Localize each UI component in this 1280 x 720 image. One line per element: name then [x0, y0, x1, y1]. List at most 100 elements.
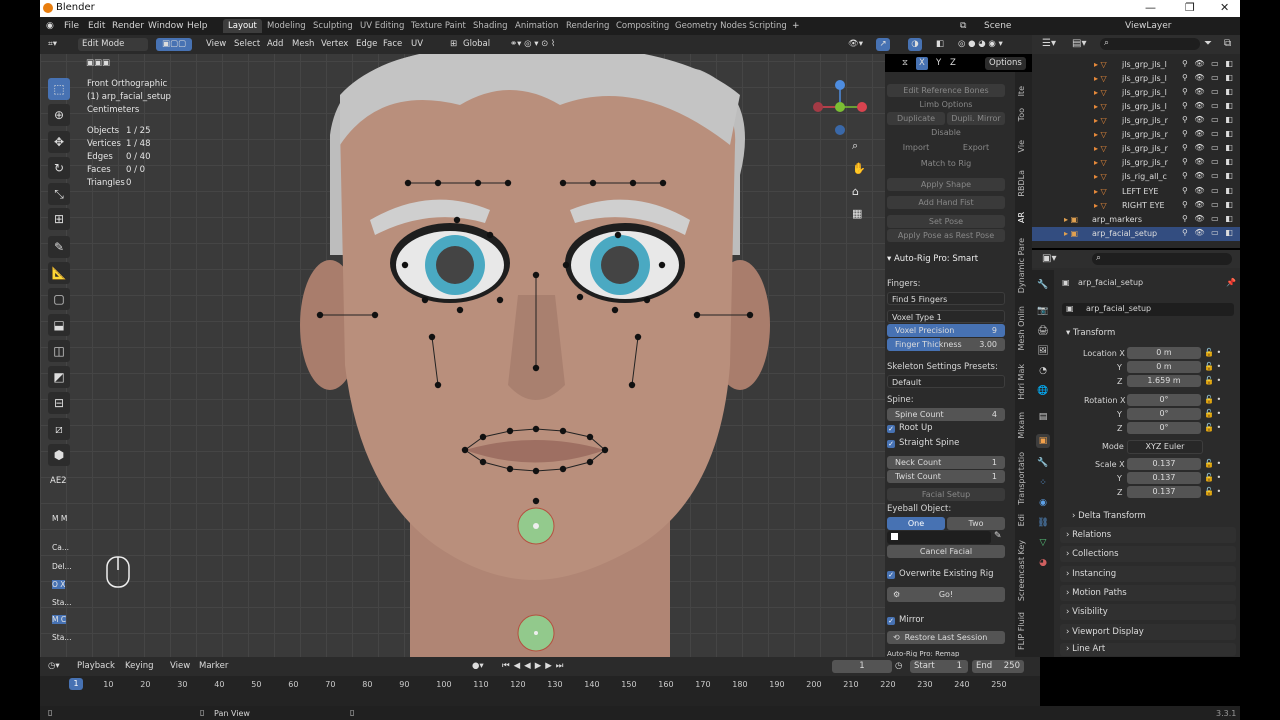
tab-flip-fluid[interactable]: FLIP Fluid — [1017, 612, 1026, 650]
finger-thickness-field[interactable]: Finger Thickness 3.00 — [887, 338, 1005, 351]
mirror-x-toggle[interactable]: X — [916, 57, 928, 70]
playhead[interactable]: 1 — [69, 678, 83, 690]
object-name-field[interactable]: ▣ arp_facial_setup — [1062, 303, 1234, 316]
visibility-toggles-icon[interactable]: ⚲ 👁 ▭ ◧ — [1182, 200, 1235, 209]
close-button[interactable]: ✕ — [1220, 1, 1229, 14]
menu-edit[interactable]: Edit — [88, 21, 105, 31]
lock-icon[interactable]: 🔓 • — [1204, 459, 1221, 468]
set-pose-button[interactable]: Set Pose — [887, 215, 1005, 228]
relations-section[interactable]: › Relations — [1060, 527, 1236, 543]
scale-tool-icon[interactable]: ⤡ — [48, 183, 70, 205]
cancel-facial-button[interactable]: Cancel Facial — [887, 545, 1005, 558]
root-up-checkbox[interactable]: ✓ Root Up — [887, 423, 933, 433]
menu-marker[interactable]: Marker — [199, 660, 228, 673]
outliner-row[interactable]: ▸ ▽ jls_rig_all_c ⚲ 👁 ▭ ◧ — [1032, 170, 1240, 184]
orientation-icon[interactable]: ⊞ — [450, 38, 457, 51]
spine-count-field[interactable]: Spine Count 4 — [887, 408, 1005, 421]
transform-tool-icon[interactable]: ⊞ — [48, 208, 70, 230]
twist-count-field[interactable]: Twist Count 1 — [887, 470, 1005, 483]
dupli-mirror-button[interactable]: Dupli. Mirror — [947, 112, 1005, 125]
rotation-z-field[interactable]: 0° — [1127, 422, 1201, 434]
smart-panel-header[interactable]: ▾ Auto-Rig Pro: Smart — [887, 254, 978, 264]
outliner-row[interactable]: ▸ ▽ jls_grp_jls_r ⚲ 👁 ▭ ◧ — [1032, 128, 1240, 142]
outliner-row[interactable]: ▸ ▽ jls_grp_jls_l ⚲ 👁 ▭ ◧ — [1032, 72, 1240, 86]
menu-timeline-view[interactable]: View — [170, 660, 190, 673]
apply-shape-button[interactable]: Apply Shape — [887, 178, 1005, 191]
knife-tool-icon[interactable]: ⧄ — [48, 418, 70, 440]
tool-settings-icons[interactable]: ▣▣▣ — [86, 57, 110, 70]
outliner-row[interactable]: ▸ ▽ RIGHT EYE ⚲ 👁 ▭ ◧ — [1032, 199, 1240, 213]
tab-mesh-online[interactable]: Mesh Onlin — [1017, 306, 1026, 351]
remap-panel-header[interactable]: Auto-Rig Pro: Remap — [887, 650, 959, 657]
playback-controls-icon[interactable]: ⏮◀◀▶▶⏭ — [502, 660, 567, 673]
tab-uv-editing[interactable]: UV Editing — [355, 19, 409, 33]
menu-face[interactable]: Face — [383, 38, 402, 51]
eyedropper-icon[interactable]: ✎ — [994, 531, 1002, 541]
menu-window[interactable]: Window — [148, 21, 184, 31]
delta-transform-section[interactable]: › Delta Transform — [1066, 508, 1236, 524]
menu-select[interactable]: Select — [234, 38, 260, 51]
scene-tab-icon[interactable]: ◔ — [1036, 364, 1050, 378]
outliner-row[interactable]: ▸ ▣ arp_facial_setup ⚲ 👁 ▭ ◧ — [1032, 227, 1240, 241]
render-tab-icon[interactable]: 📷 — [1036, 304, 1050, 318]
mini-del[interactable]: Del... — [52, 562, 72, 571]
instancing-section[interactable]: › Instancing — [1060, 566, 1236, 582]
tab-texture-paint[interactable]: Texture Paint — [406, 19, 471, 33]
outliner-editor-icon[interactable]: ☰▾ — [1042, 38, 1056, 49]
visibility-toggles-icon[interactable]: ⚲ 👁 ▭ ◧ — [1182, 101, 1235, 110]
extrude-tool-icon[interactable]: ⬓ — [48, 314, 70, 336]
measure-tool-icon[interactable]: 📐 — [48, 262, 70, 284]
new-collection-icon[interactable]: ⧉ — [1224, 38, 1231, 49]
3d-viewport[interactable]: ⌕ ✋ ⌂ ▦ Front Orthographic (1) arp_facia… — [40, 35, 885, 657]
annotate-tool-icon[interactable]: ✎ — [48, 236, 70, 258]
voxel-type-dropdown[interactable]: Voxel Type 1 — [887, 310, 1005, 323]
scale-x-field[interactable]: 0.137 — [1127, 458, 1201, 470]
visibility-section[interactable]: › Visibility — [1060, 604, 1236, 620]
tab-edit[interactable]: Edi — [1017, 514, 1026, 526]
add-workspace-icon[interactable]: + — [792, 21, 800, 31]
lock-icon[interactable]: 🔓 • — [1204, 348, 1221, 357]
pivot-icon[interactable]: ⚭▾ ◎ ▾ ⊙ ⌇ — [510, 38, 555, 51]
lock-icon[interactable]: 🔓 • — [1204, 473, 1221, 482]
outliner-search-input[interactable]: ⌕ — [1100, 38, 1200, 50]
rotation-y-field[interactable]: 0° — [1127, 408, 1201, 420]
visibility-toggles-icon[interactable]: ⚲ 👁 ▭ ◧ — [1182, 87, 1235, 96]
data-tab-icon[interactable]: ▽ — [1036, 536, 1050, 550]
location-x-field[interactable]: 0 m — [1127, 347, 1201, 359]
mirror-checkbox[interactable]: ✓ Mirror — [887, 615, 924, 625]
ortho-grid-icon[interactable]: ▦ — [852, 207, 862, 220]
tab-dynamic-parent[interactable]: Dynamic Pare — [1017, 238, 1026, 293]
lock-icon[interactable]: 🔓 • — [1204, 423, 1221, 432]
object-tab-icon[interactable]: ▣ — [1036, 434, 1050, 448]
mini-sta-2[interactable]: Sta... — [52, 633, 71, 642]
outliner-row[interactable]: ▸ ▽ LEFT EYE ⚲ 👁 ▭ ◧ — [1032, 185, 1240, 199]
match-to-rig-button[interactable]: Match to Rig — [887, 157, 1005, 170]
visibility-toggles-icon[interactable]: ⚲ 👁 ▭ ◧ — [1182, 228, 1235, 237]
shading-modes-icon[interactable]: ◎ ● ◕ ◉ ▾ — [958, 38, 1003, 51]
lock-icon[interactable]: 🔓 • — [1204, 409, 1221, 418]
orientation-dropdown[interactable]: Global — [463, 38, 490, 51]
rotate-tool-icon[interactable]: ↻ — [48, 157, 70, 179]
view-layer-tab-icon[interactable]: 🖼 — [1036, 344, 1050, 358]
outliner-row[interactable]: ▸ ▽ jls_grp_jls_r ⚲ 👁 ▭ ◧ — [1032, 156, 1240, 170]
options-dropdown[interactable]: Options — [985, 57, 1026, 70]
timeline-editor-icon[interactable]: ◷▾ — [48, 660, 60, 673]
tab-screencast-keys[interactable]: Screencast Key — [1017, 540, 1026, 601]
eyeball-one-toggle[interactable]: One — [887, 517, 945, 530]
display-mode-icon[interactable]: ▤▾ — [1072, 38, 1086, 49]
viewport-display-section[interactable]: › Viewport Display — [1060, 624, 1236, 640]
cursor-tool-icon[interactable]: ⊕ — [48, 104, 70, 126]
start-frame-field[interactable]: Start 1 — [910, 660, 968, 673]
gizmo-toggle-icon[interactable]: ↗ — [876, 38, 890, 51]
tab-rbdlab[interactable]: RBDLa — [1017, 170, 1026, 197]
mirror-z-toggle[interactable]: Z — [950, 57, 956, 70]
mini-ca[interactable]: Ca... — [52, 543, 69, 552]
world-tab-icon[interactable]: 🌐 — [1036, 384, 1050, 398]
select-mode-icons[interactable]: ▣▢▢ — [156, 38, 192, 51]
collections-section[interactable]: › Collections — [1060, 546, 1236, 562]
transform-panel-header[interactable]: ▾ Transform — [1060, 325, 1236, 341]
eyeball-object-field[interactable] — [887, 531, 991, 544]
mini-ox[interactable]: O X — [52, 580, 66, 589]
edit-reference-bones-button[interactable]: Edit Reference Bones — [887, 84, 1005, 97]
lock-icon[interactable]: 🔓 • — [1204, 362, 1221, 371]
